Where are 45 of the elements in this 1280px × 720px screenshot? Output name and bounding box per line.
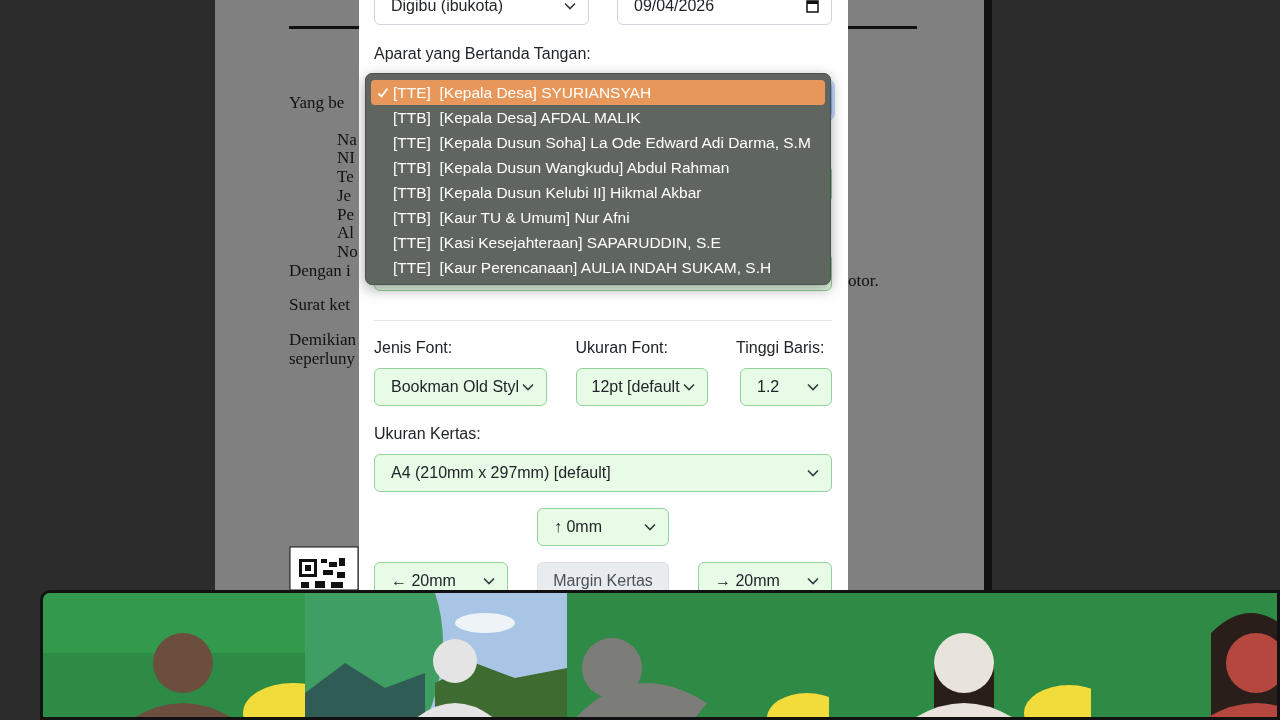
document-text: Surat ket <box>289 296 351 316</box>
document-text: otor. <box>848 272 880 291</box>
chevron-icon <box>644 523 656 531</box>
paper-size-select[interactable]: A4 (210mm x 297mm) [default] <box>374 454 832 492</box>
chevron-icon <box>807 469 819 477</box>
dropdown-option[interactable]: [TTB] [Kepala Dusun Kelubi II] Hikmal Akbar <box>371 180 825 205</box>
dropdown-option[interactable]: [TTE] [Kepala Dusun Soha] La Ode Edward Adi Darma, S.M <box>371 130 825 155</box>
field-label: Tinggi Baris: <box>736 339 826 357</box>
chevron-icon <box>522 383 534 391</box>
document-text: Pe <box>336 205 355 225</box>
dropdown-option[interactable]: [TTE] [Kaur Perencanaan] AULIA INDAH SUKAM, S.H <box>371 255 825 280</box>
document-text: NI <box>336 149 356 169</box>
dropdown-option[interactable]: [TTE] [Kasi Kesejahteraan] SAPARUDDIN, S.E <box>371 230 825 255</box>
chevron-icon <box>483 577 495 585</box>
document-text: Yang be <box>289 94 346 113</box>
chevron-icon <box>807 577 819 585</box>
document-text: Demikian <box>289 331 358 350</box>
dropdown-option[interactable]: [TTB] [Kepala Desa] AFDAL MALIK <box>371 105 825 130</box>
document-text: Al <box>336 224 355 243</box>
document-text: seperluny <box>289 349 357 369</box>
chevron-icon <box>807 383 819 391</box>
chevron-icon <box>682 383 695 391</box>
document-text: Na <box>336 130 358 150</box>
left-margin-select[interactable]: ← 20mm <box>374 562 508 590</box>
margin-label: Margin Kertas <box>537 562 669 590</box>
date-field[interactable]: 09/04/2026 <box>617 0 832 25</box>
field-label: Ukuran Font: <box>575 339 669 357</box>
dropdown-option[interactable]: [TTB] [Kaur TU & Umum] Nur Afni <box>371 205 825 230</box>
chevron-icon <box>564 2 576 10</box>
calendar-icon[interactable] <box>806 0 819 13</box>
dropdown-option[interactable]: [TTB] [Kepala Dusun Wangkudu] Abdul Rahman <box>371 155 825 180</box>
right-margin-select[interactable]: → 20mm <box>698 562 832 590</box>
document-text: No <box>336 242 359 262</box>
field-label: Jenis Font: <box>374 339 454 357</box>
region-select[interactable]: Digibu (ibukota) <box>374 0 589 25</box>
font-select[interactable]: Bookman Old Styl <box>374 368 547 406</box>
line-height-select[interactable]: 1.2 <box>740 368 832 406</box>
field-label: Ukuran Kertas: <box>374 425 482 443</box>
font-size-select[interactable]: 12pt [default <box>575 368 708 406</box>
document-text: Dengan i <box>289 261 352 281</box>
top-margin-select[interactable]: ↑ 0mm <box>537 508 669 546</box>
document-text: Te <box>336 168 355 187</box>
check-icon <box>377 86 389 99</box>
field-label: Aparat yang Bertanda Tangan: <box>374 45 592 63</box>
document-text: Je <box>336 186 353 206</box>
